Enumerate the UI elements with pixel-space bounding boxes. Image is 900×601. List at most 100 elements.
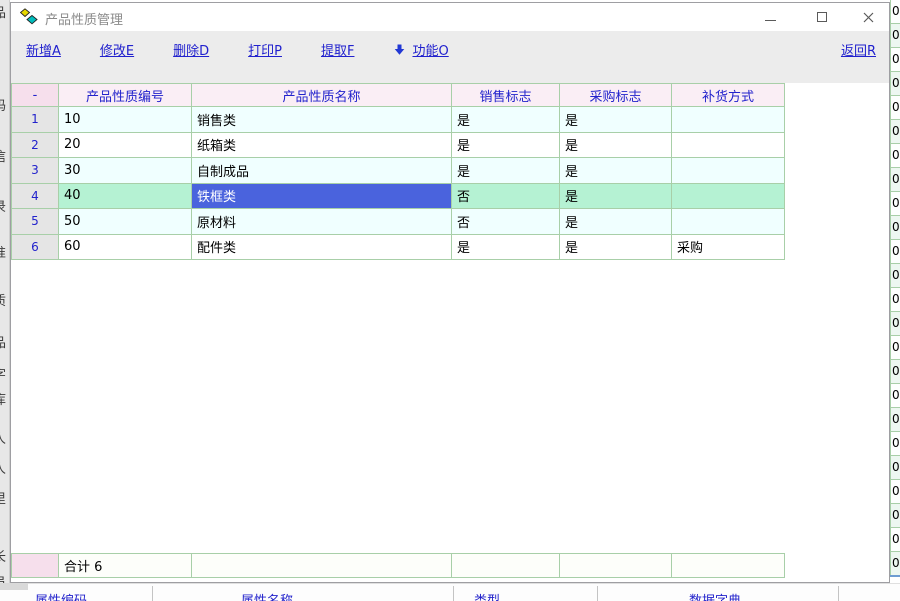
replenish-cell[interactable]: 采购 — [672, 235, 785, 261]
add-button[interactable]: 新增A — [26, 40, 61, 59]
row-number-cell[interactable]: 2 — [12, 133, 59, 159]
sales-flag-cell[interactable]: 否 — [452, 184, 560, 210]
replenish-cell[interactable] — [672, 184, 785, 210]
sales-flag-cell[interactable]: 是 — [452, 107, 560, 133]
bg-table-row-fragment: 0 — [890, 312, 900, 336]
summary-indicator-cell — [12, 554, 59, 578]
name-cell[interactable]: 纸箱类 — [192, 133, 452, 159]
function-button[interactable]: 功能O — [393, 40, 448, 59]
print-button[interactable]: 打印P — [248, 40, 282, 59]
purchase-flag-cell[interactable]: 是 — [560, 209, 672, 235]
bg-bottom-header: 类型 — [474, 590, 500, 601]
name-cell[interactable]: 铁框类 — [192, 184, 452, 210]
replenish-cell[interactable] — [672, 209, 785, 235]
bg-clipped-text: 质 — [0, 290, 10, 309]
header-purchase-flag[interactable]: 采购标志 — [560, 84, 672, 107]
toolbar-buttons: 新增A 修改E 删除D 打印P 提取F 功能O — [26, 40, 488, 59]
return-button[interactable]: 返回R — [841, 40, 876, 59]
purchase-flag-cell[interactable]: 是 — [560, 184, 672, 210]
header-replenish-method[interactable]: 补货方式 — [672, 84, 785, 107]
bg-right-table: 000000000000000000000000 — [890, 0, 900, 576]
table-row[interactable]: 6 60 配件类 是 是 采购 — [12, 235, 785, 261]
bg-clipped-text: 字 — [0, 364, 10, 383]
sales-flag-cell[interactable]: 否 — [452, 209, 560, 235]
maximize-button[interactable] — [805, 3, 839, 31]
table-row[interactable]: 5 50 原材料 否 是 — [12, 209, 785, 235]
table-row[interactable]: 4 40 铁框类 否 是 — [12, 184, 785, 210]
bg-clipped-text: 里 — [0, 488, 10, 507]
purchase-flag-cell[interactable]: 是 — [560, 107, 672, 133]
bg-table-row-fragment: 0 — [890, 480, 900, 504]
window-title: 产品性质管理 — [45, 9, 123, 28]
bg-table-row-fragment: 0 — [890, 192, 900, 216]
delete-button[interactable]: 删除D — [173, 40, 209, 59]
minimize-icon — [765, 20, 776, 21]
summary-empty-cell — [560, 554, 672, 578]
bg-right-blue-line — [890, 575, 900, 577]
sales-flag-cell[interactable]: 是 — [452, 158, 560, 184]
bg-table-row-fragment: 0 — [890, 528, 900, 552]
row-number-cell[interactable]: 4 — [12, 184, 59, 210]
code-cell[interactable]: 50 — [59, 209, 192, 235]
table-row[interactable]: 3 30 自制成品 是 是 — [12, 158, 785, 184]
header-property-name[interactable]: 产品性质名称 — [192, 84, 452, 107]
header-property-code[interactable]: 产品性质编号 — [59, 84, 192, 107]
screen: 品-码信录准质品字库人人里[长员 00000000000000000000000… — [0, 0, 900, 601]
maximize-icon — [817, 12, 827, 22]
header-sales-flag[interactable]: 销售标志 — [452, 84, 560, 107]
bg-table-row-fragment: 0 — [890, 0, 900, 24]
close-button[interactable] — [851, 3, 885, 31]
bg-clipped-text: 品 — [0, 332, 10, 351]
bg-table-row-fragment: 0 — [890, 216, 900, 240]
modify-button[interactable]: 修改E — [100, 40, 134, 59]
purchase-flag-cell[interactable]: 是 — [560, 235, 672, 261]
bg-table-row-fragment: 0 — [890, 168, 900, 192]
bg-table-row-fragment: 0 — [890, 456, 900, 480]
extract-button[interactable]: 提取F — [321, 40, 354, 59]
header-row-indicator[interactable]: - — [12, 84, 59, 107]
bg-table-row-fragment: 0 — [890, 288, 900, 312]
row-number-cell[interactable]: 6 — [12, 235, 59, 261]
code-cell[interactable]: 20 — [59, 133, 192, 159]
code-cell[interactable]: 10 — [59, 107, 192, 133]
summary-empty-cell — [452, 554, 560, 578]
bg-table-row-fragment: 0 — [890, 504, 900, 528]
bg-table-row-fragment: 0 — [890, 72, 900, 96]
replenish-cell[interactable] — [672, 107, 785, 133]
bg-column-separator — [597, 586, 598, 601]
bg-bottom-header: 数据字典 — [689, 590, 741, 601]
code-cell[interactable]: 40 — [59, 184, 192, 210]
sales-flag-cell[interactable]: 是 — [452, 133, 560, 159]
name-cell[interactable]: 销售类 — [192, 107, 452, 133]
code-cell[interactable]: 60 — [59, 235, 192, 261]
bg-clipped-text: 人 — [0, 458, 10, 477]
sales-flag-cell[interactable]: 是 — [452, 235, 560, 261]
table-row[interactable]: 2 20 纸箱类 是 是 — [12, 133, 785, 159]
name-cell[interactable]: 原材料 — [192, 209, 452, 235]
row-number-cell[interactable]: 3 — [12, 158, 59, 184]
title-bar[interactable]: 产品性质管理 — [11, 3, 889, 31]
summary-empty-cell — [192, 554, 452, 578]
purchase-flag-cell[interactable]: 是 — [560, 158, 672, 184]
product-property-grid: - 产品性质编号 产品性质名称 销售标志 采购标志 补货方式 1 10 销售类 … — [11, 83, 785, 260]
bg-table-row-fragment: 0 — [890, 336, 900, 360]
bg-table-row-fragment: 0 — [890, 48, 900, 72]
name-cell[interactable]: 配件类 — [192, 235, 452, 261]
bg-bottom-header: 属性编码 — [35, 590, 87, 601]
bg-table-row-fragment: 0 — [890, 144, 900, 168]
code-cell[interactable]: 30 — [59, 158, 192, 184]
minimize-button[interactable] — [753, 3, 787, 31]
bg-clipped-text: [ — [0, 518, 10, 533]
bg-table-row-fragment: 0 — [890, 384, 900, 408]
bg-table-row-fragment: 0 — [890, 552, 900, 576]
row-number-cell[interactable]: 5 — [12, 209, 59, 235]
table-row[interactable]: 1 10 销售类 是 是 — [12, 107, 785, 133]
replenish-cell[interactable] — [672, 133, 785, 159]
bg-table-row-fragment: 0 — [890, 432, 900, 456]
background-window-left-strip: 品-码信录准质品字库人人里[长员 — [0, 0, 10, 583]
bg-clipped-text: 码 — [0, 95, 10, 114]
name-cell[interactable]: 自制成品 — [192, 158, 452, 184]
purchase-flag-cell[interactable]: 是 — [560, 133, 672, 159]
row-number-cell[interactable]: 1 — [12, 107, 59, 133]
replenish-cell[interactable] — [672, 158, 785, 184]
